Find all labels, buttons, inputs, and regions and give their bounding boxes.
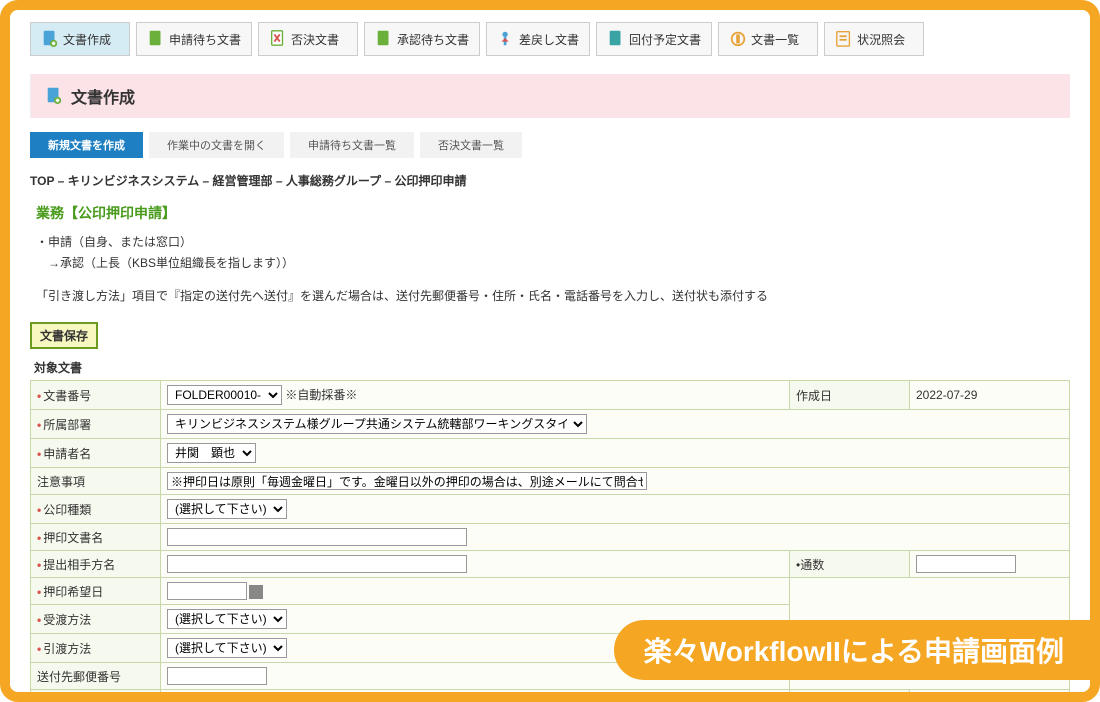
label-copies: 通数 [800,558,824,572]
sub-tabs: 新規文書を作成 作業中の文書を開く 申請待ち文書一覧 否決文書一覧 [30,132,1070,158]
stamp-doc-input[interactable] [167,528,467,546]
postal-input[interactable] [167,667,267,685]
caption-banner: 楽々WorkflowIIによる申請画面例 [614,620,1094,680]
doc-wait-icon [147,29,165,49]
nav-label: 承認待ち文書 [397,31,469,48]
nav-label: 否決文書 [291,31,339,48]
seal-type-select[interactable]: (選択して下さい) [167,499,287,519]
label-applicant: 申請者名 [43,447,91,461]
nav-tab-schedule[interactable]: 回付予定文書 [596,22,712,56]
nav-tab-return[interactable]: 差戻し文書 [486,22,590,56]
nav-tab-reject[interactable]: 否決文書 [258,22,358,56]
doc-schedule-icon [607,29,625,49]
calendar-icon[interactable] [249,585,263,599]
doc-no-auto: ※自動採番※ [285,388,357,402]
subtab-new[interactable]: 新規文書を作成 [30,132,143,158]
subtab-rejectlist[interactable]: 否決文書一覧 [420,132,522,158]
doc-no-select[interactable]: FOLDER00010- [167,385,282,405]
section-label: 対象文書 [34,359,1070,376]
doc-approve-icon [375,29,393,49]
label-seal-type: 公印種類 [43,503,91,517]
nav-label: 文書作成 [63,31,111,48]
subtab-waitlist[interactable]: 申請待ち文書一覧 [290,132,414,158]
label-doc-no: 文書番号 [43,389,91,403]
receive-select[interactable]: (選択して下さい) [167,609,287,629]
partner-input[interactable] [167,555,467,573]
nav-label: 差戻し文書 [519,31,579,48]
business-header: 業務【公印押印申請】 [36,203,1070,223]
page-title: 文書作成 [71,84,135,108]
doc-create-icon [45,86,63,106]
info-line: ・申請（自身、または窓口） [36,233,1070,250]
label-postal: 送付先郵便番号 [37,670,121,684]
doc-reject-icon [269,29,287,49]
applicant-select[interactable]: 井関 顕也 [167,443,256,463]
handover-select[interactable]: (選択して下さい) [167,638,287,658]
top-nav: 文書作成 申請待ち文書 否決文書 承認待ち文書 差戻し文書 回付予定文書 [30,22,1070,56]
nav-label: 申請待ち文書 [169,31,241,48]
save-button[interactable]: 文書保存 [30,322,98,349]
status-icon [835,29,853,49]
doc-create-icon [41,29,59,49]
page-title-bar: 文書作成 [30,74,1070,118]
nav-tab-wait[interactable]: 申請待ち文書 [136,22,252,56]
doc-return-icon [497,29,515,49]
caution-input[interactable] [167,472,647,490]
nav-label: 回付予定文書 [629,31,701,48]
dept-select[interactable]: キリンビジネスシステム様グループ共通システム統轄部ワーキングスタイル変革グループ [167,414,587,434]
subtab-working[interactable]: 作業中の文書を開く [149,132,284,158]
nav-label: 状況照会 [857,31,905,48]
stamp-date-input[interactable] [167,582,247,600]
label-receive: 受渡方法 [43,613,91,627]
nav-tab-status[interactable]: 状況照会 [824,22,924,56]
label-handover: 引渡方法 [43,642,91,656]
breadcrumb: TOP – キリンビジネスシステム – 経営管理部 – 人事総務グループ – 公… [30,172,1070,189]
label-partner: 提出相手方名 [43,558,115,572]
label-stamp-date: 押印希望日 [43,585,103,599]
doc-list-icon [729,29,747,49]
nav-tab-list[interactable]: 文書一覧 [718,22,818,56]
label-dept: 所属部署 [43,418,91,432]
copies-input[interactable] [916,555,1016,573]
label-created: 作成日 [796,389,832,403]
nav-tab-create[interactable]: 文書作成 [30,22,130,56]
label-stamp-doc: 押印文書名 [43,531,103,545]
created-date: 2022-07-29 [916,388,977,402]
info-line: →承認（上長（KBS単位組織長を指します）） [36,254,1070,271]
label-caution: 注意事項 [37,475,85,489]
nav-tab-approve[interactable]: 承認待ち文書 [364,22,480,56]
note-line: 「引き渡し方法」項目で『指定の送付先へ送付』を選んだ場合は、送付先郵便番号・住所… [36,287,1070,304]
nav-label: 文書一覧 [751,31,799,48]
